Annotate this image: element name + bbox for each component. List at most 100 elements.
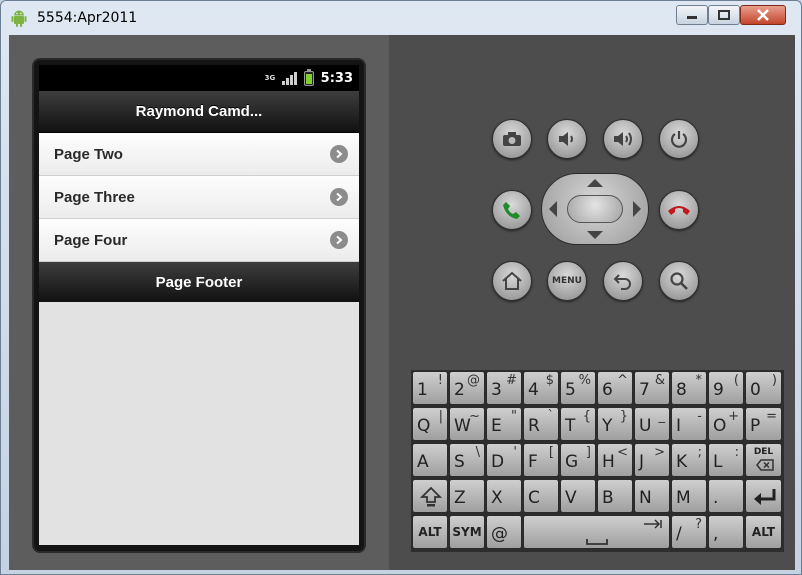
backspace-icon — [756, 459, 774, 471]
list-item-label: Page Four — [54, 231, 128, 249]
key-d[interactable]: D ' — [486, 443, 522, 477]
key-i[interactable]: I- — [671, 407, 707, 441]
key-1[interactable]: 1! — [412, 371, 448, 405]
key-7[interactable]: 7 & — [634, 371, 670, 405]
camera-button[interactable] — [492, 119, 532, 159]
signal-icon — [281, 71, 297, 85]
key-f[interactable]: F[ — [523, 443, 559, 477]
key-o[interactable]: O + — [708, 407, 744, 441]
volume-up-button[interactable] — [603, 119, 643, 159]
close-icon — [757, 9, 769, 21]
key-t[interactable]: T{ — [560, 407, 596, 441]
menu-label: MENU — [552, 276, 582, 286]
maximize-button[interactable] — [708, 5, 740, 25]
key-6[interactable]: 6 ^ — [597, 371, 633, 405]
key-a[interactable]: A — [412, 443, 448, 477]
back-icon — [613, 274, 631, 290]
alt-key-left[interactable]: ALT — [412, 515, 448, 549]
window-title: 5554:Apr2011 — [37, 10, 138, 26]
end-call-icon — [668, 206, 690, 215]
enter-key[interactable] — [745, 479, 782, 513]
chevron-right-icon — [330, 231, 348, 249]
key-0[interactable]: 0) — [745, 371, 782, 405]
list-item-page-three[interactable]: Page Three — [39, 176, 359, 219]
key-at[interactable]: @ — [486, 515, 522, 549]
key-9[interactable]: 9( — [708, 371, 744, 405]
emulator-window: 5554:Apr2011 3G 5:33 Raymond Camd... Pag… — [0, 0, 802, 575]
key-w[interactable]: W ~ — [449, 407, 485, 441]
shift-key[interactable] — [412, 479, 448, 513]
key-8[interactable]: 8 * — [671, 371, 707, 405]
power-icon — [670, 131, 688, 148]
key-y[interactable]: Y} — [597, 407, 633, 441]
volume-down-button[interactable] — [547, 119, 587, 159]
call-icon — [503, 202, 520, 219]
space-icon — [586, 539, 608, 545]
dpad-down-icon[interactable] — [587, 231, 603, 239]
enter-icon — [754, 489, 776, 505]
key-v[interactable]: V — [560, 479, 596, 513]
key-e[interactable]: E " — [486, 407, 522, 441]
list-item-page-two[interactable]: Page Two — [39, 133, 359, 176]
status-bar: 3G 5:33 — [39, 65, 359, 91]
key-x[interactable]: X — [486, 479, 522, 513]
dpad-right-icon[interactable] — [633, 201, 641, 217]
key-2[interactable]: 2 @ — [449, 371, 485, 405]
close-button[interactable] — [740, 5, 786, 25]
list-item-label: Page Two — [54, 145, 123, 163]
tab-icon — [644, 519, 662, 529]
key-z[interactable]: Z — [449, 479, 485, 513]
menu-button[interactable]: MENU — [547, 261, 587, 301]
key-m[interactable]: M — [671, 479, 707, 513]
key-slash[interactable]: /? — [671, 515, 707, 549]
dpad-left-icon[interactable] — [549, 201, 557, 217]
end-call-button[interactable] — [659, 190, 699, 230]
list-item-page-four[interactable]: Page Four — [39, 219, 359, 262]
device-screen[interactable]: 3G 5:33 Raymond Camd... Page Two Page Th… — [39, 65, 359, 545]
dpad-up-icon[interactable] — [587, 179, 603, 187]
key-u[interactable]: U _ — [634, 407, 670, 441]
space-key[interactable] — [523, 515, 670, 549]
power-button[interactable] — [659, 119, 699, 159]
key-p[interactable]: P = — [745, 407, 782, 441]
device-panel: 3G 5:33 Raymond Camd... Page Two Page Th… — [9, 35, 389, 570]
dpad-center-button[interactable] — [567, 195, 623, 223]
volume-down-icon — [559, 132, 573, 146]
minimize-button[interactable] — [676, 5, 708, 25]
key-l[interactable]: L: — [708, 443, 744, 477]
key-3[interactable]: 3 # — [486, 371, 522, 405]
emulator-client: 3G 5:33 Raymond Camd... Page Two Page Th… — [9, 35, 795, 570]
key-j[interactable]: J > — [634, 443, 670, 477]
key-c[interactable]: C — [523, 479, 559, 513]
key-n[interactable]: N — [634, 479, 670, 513]
home-button[interactable] — [492, 261, 532, 301]
delete-key[interactable]: DEL — [745, 443, 782, 477]
key-5[interactable]: 5% — [560, 371, 596, 405]
key-k[interactable]: K; — [671, 443, 707, 477]
call-button[interactable] — [492, 190, 532, 230]
camera-icon — [503, 132, 521, 146]
sym-key[interactable]: SYM — [449, 515, 485, 549]
key-comma[interactable]: , — [708, 515, 744, 549]
key-g[interactable]: G] — [560, 443, 596, 477]
hardware-controls: MENU 1! 2@ 3# 4$ 5% 6^ 7& 8* 9( 0) — [389, 35, 795, 570]
status-time: 5:33 — [320, 70, 353, 86]
maximize-icon — [718, 10, 730, 20]
chevron-right-icon — [330, 188, 348, 206]
search-button[interactable] — [659, 261, 699, 301]
network-type-icon: 3G — [264, 73, 276, 82]
key-q[interactable]: Q | — [412, 407, 448, 441]
back-button[interactable] — [603, 261, 643, 301]
key-b[interactable]: B — [597, 479, 633, 513]
alt-key-right[interactable]: ALT — [745, 515, 782, 549]
delete-key-label: DEL — [753, 447, 774, 457]
key-h[interactable]: H < — [597, 443, 633, 477]
window-titlebar[interactable]: 5554:Apr2011 — [1, 1, 801, 35]
key-period[interactable]: . — [708, 479, 744, 513]
dpad[interactable] — [541, 173, 649, 245]
key-s[interactable]: S \ — [449, 443, 485, 477]
battery-icon — [303, 68, 314, 86]
key-4[interactable]: 4 $ — [523, 371, 559, 405]
home-icon — [502, 271, 522, 290]
key-r[interactable]: R ` — [523, 407, 559, 441]
